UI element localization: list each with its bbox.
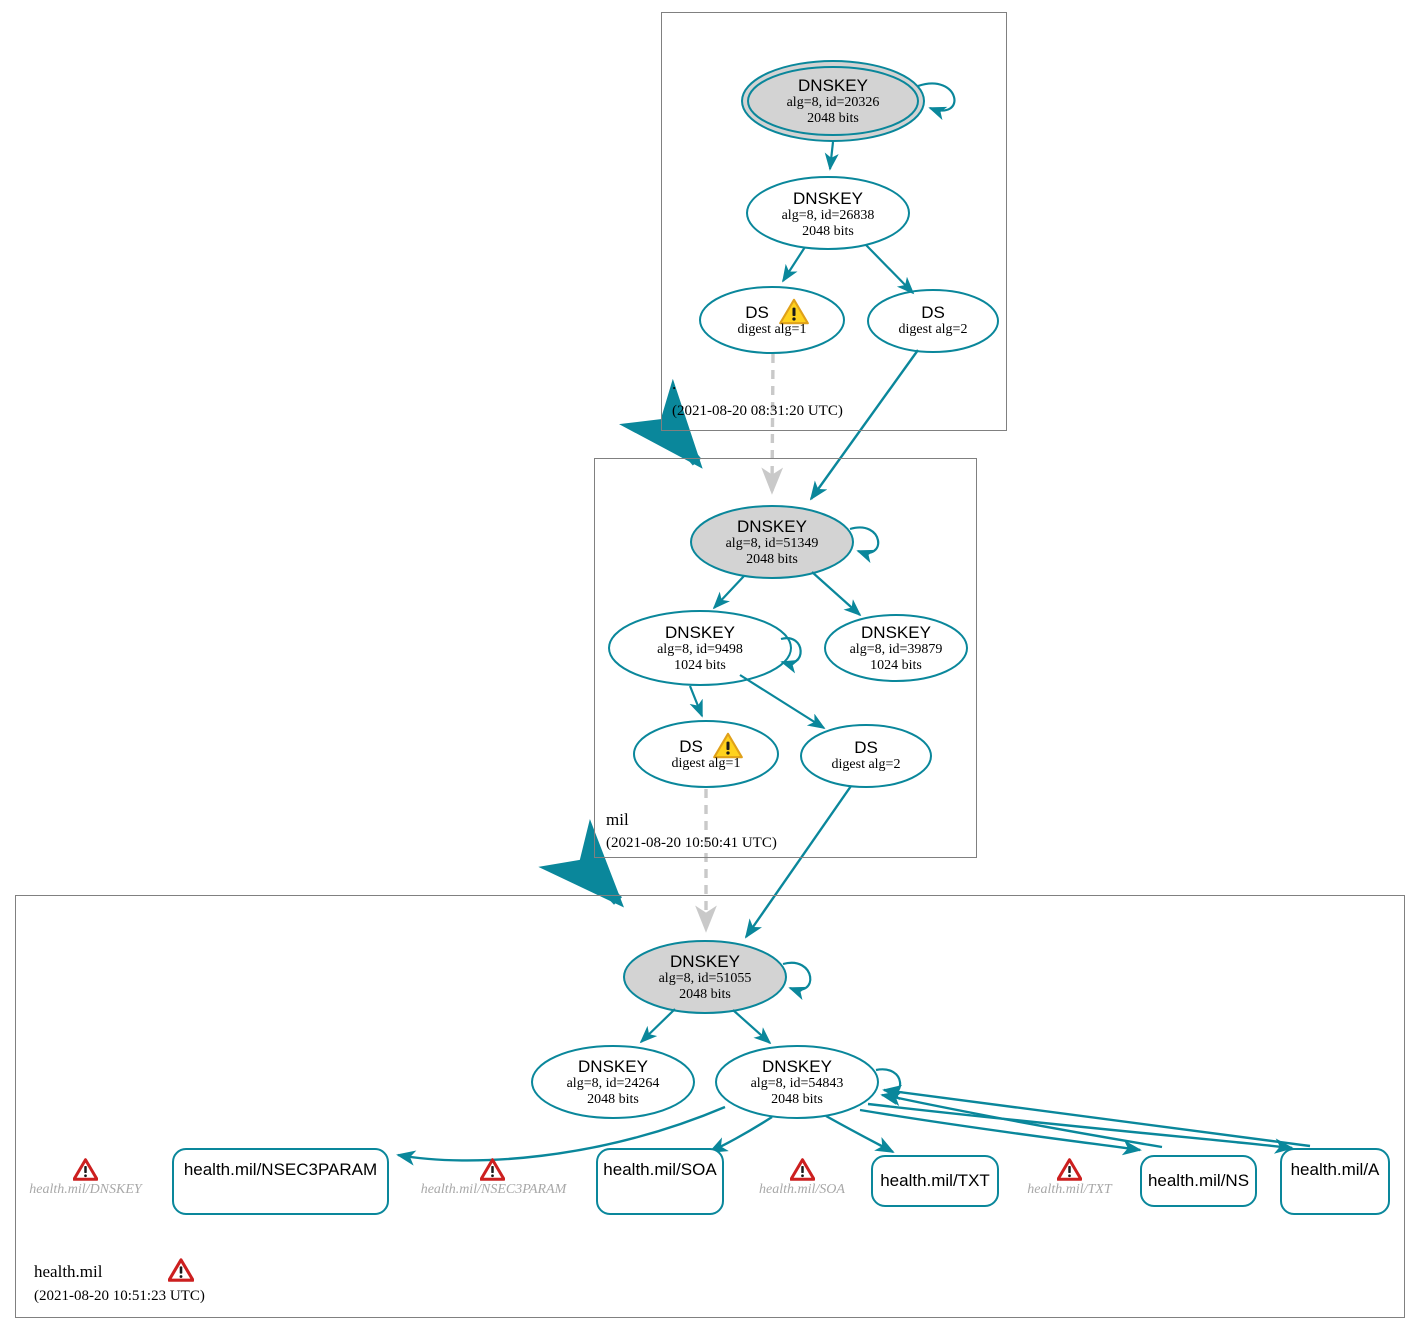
node-digest-label: digest alg=2: [898, 321, 968, 337]
node-alg-id-label: alg=8, id=51349: [725, 535, 819, 551]
node-alg-id-label: alg=8, id=20326: [786, 94, 880, 110]
node-digest-label: digest alg=1: [671, 755, 741, 771]
node-type-label: DS: [854, 738, 878, 758]
rrset-label: health.mil/NS: [1147, 1171, 1250, 1190]
node-type-label: DS: [679, 737, 703, 757]
node-label-root-ksk-20326[interactable]: DNSKEY alg=8, id=20326 2048 bits: [742, 75, 924, 129]
node-type-label: DNSKEY: [665, 622, 735, 642]
zone-label-root-time: (2021-08-20 08:31:20 UTC): [672, 403, 843, 419]
rrset-label: health.mil/A: [1290, 1159, 1380, 1179]
node-type-label: DNSKEY: [670, 951, 740, 971]
node-digest-label: digest alg=1: [737, 321, 807, 337]
node-label-hm-zsk-24264[interactable]: DNSKEY alg=8, id=24264 2048 bits: [522, 1056, 704, 1110]
zone-label-mil-name: mil: [606, 810, 629, 829]
node-keysize-label: 2048 bits: [807, 110, 859, 126]
node-label-mil-ksk-51349[interactable]: DNSKEY alg=8, id=51349 2048 bits: [681, 516, 863, 570]
node-keysize-label: 2048 bits: [771, 1091, 823, 1107]
rrset-label: health.mil/SOA: [603, 1159, 717, 1179]
node-alg-id-label: alg=8, id=26838: [781, 207, 875, 223]
ghost-rrset-label: health.mil/SOA: [759, 1182, 845, 1197]
node-keysize-label: 2048 bits: [802, 223, 854, 239]
node-type-label: DNSKEY: [798, 75, 868, 95]
node-label-mil-zsk-9498[interactable]: DNSKEY alg=8, id=9498 1024 bits: [609, 622, 791, 676]
dnssec-authentication-chain-diagram: . (2021-08-20 08:31:20 UTC) mil (2021-08…: [0, 0, 1419, 1333]
zone-label-mil-time: (2021-08-20 10:50:41 UTC): [606, 835, 777, 851]
node-keysize-label: 1024 bits: [870, 657, 922, 673]
node-keysize-label: 2048 bits: [746, 551, 798, 567]
node-alg-id-label: alg=8, id=51055: [658, 970, 752, 986]
ghost-rrset-label: health.mil/NSEC3PARAM: [420, 1182, 567, 1197]
node-label-root-ds-alg2[interactable]: DS digest alg=2: [868, 301, 998, 341]
rrset-label: health.mil/TXT: [880, 1171, 990, 1190]
node-digest-label: digest alg=2: [831, 756, 901, 772]
node-type-label: DNSKEY: [861, 622, 931, 642]
node-alg-id-label: alg=8, id=24264: [566, 1075, 660, 1091]
node-label-root-ds-alg1[interactable]: DS digest alg=1: [700, 301, 844, 341]
node-alg-id-label: alg=8, id=39879: [849, 641, 943, 657]
node-label-mil-ds-alg1[interactable]: DS digest alg=1: [634, 735, 778, 775]
ghost-rrset-healthmil-nsec3param: health.mil/NSEC3PARAM: [410, 1152, 577, 1198]
node-label-hm-ksk-51055[interactable]: DNSKEY alg=8, id=51055 2048 bits: [614, 951, 796, 1005]
ghost-rrset-label: health.mil/TXT: [1027, 1182, 1112, 1197]
node-type-label: DNSKEY: [737, 516, 807, 536]
node-type-label: DNSKEY: [578, 1056, 648, 1076]
node-keysize-label: 1024 bits: [674, 657, 726, 673]
node-alg-id-label: alg=8, id=9498: [657, 641, 743, 657]
node-type-label: DS: [745, 303, 769, 323]
rrset-box-healthmil-a[interactable]: health.mil/A: [1280, 1148, 1390, 1215]
node-type-label: DNSKEY: [762, 1056, 832, 1076]
zone-label-healthmil-name: health.mil: [34, 1262, 103, 1281]
rrset-box-healthmil-txt[interactable]: health.mil/TXT: [871, 1155, 999, 1207]
zone-label-root-name: .: [672, 374, 677, 393]
rrset-label: health.mil/NSEC3PARAM: [183, 1159, 378, 1179]
node-label-mil-zsk-39879[interactable]: DNSKEY alg=8, id=39879 1024 bits: [805, 622, 987, 676]
ghost-rrset-healthmil-dnskey: health.mil/DNSKEY: [22, 1152, 149, 1198]
zone-label-healthmil-time: (2021-08-20 10:51:23 UTC): [34, 1288, 205, 1304]
ghost-rrset-healthmil-soa: health.mil/SOA: [747, 1152, 857, 1198]
node-keysize-label: 2048 bits: [679, 986, 731, 1002]
ghost-rrset-label: health.mil/DNSKEY: [29, 1182, 142, 1197]
node-label-hm-zsk-54843[interactable]: DNSKEY alg=8, id=54843 2048 bits: [706, 1056, 888, 1110]
node-label-root-zsk-26838[interactable]: DNSKEY alg=8, id=26838 2048 bits: [737, 188, 919, 242]
rrset-box-healthmil-soa[interactable]: health.mil/SOA: [596, 1148, 724, 1215]
node-label-mil-ds-alg2[interactable]: DS digest alg=2: [801, 736, 931, 776]
node-alg-id-label: alg=8, id=54843: [750, 1075, 844, 1091]
node-keysize-label: 2048 bits: [587, 1091, 639, 1107]
rrset-box-healthmil-nsec3param[interactable]: health.mil/NSEC3PARAM: [172, 1148, 389, 1215]
node-type-label: DS: [921, 303, 945, 323]
rrset-box-healthmil-ns[interactable]: health.mil/NS: [1140, 1155, 1257, 1207]
ghost-rrset-healthmil-txt: health.mil/TXT: [1017, 1152, 1122, 1198]
node-type-label: DNSKEY: [793, 188, 863, 208]
